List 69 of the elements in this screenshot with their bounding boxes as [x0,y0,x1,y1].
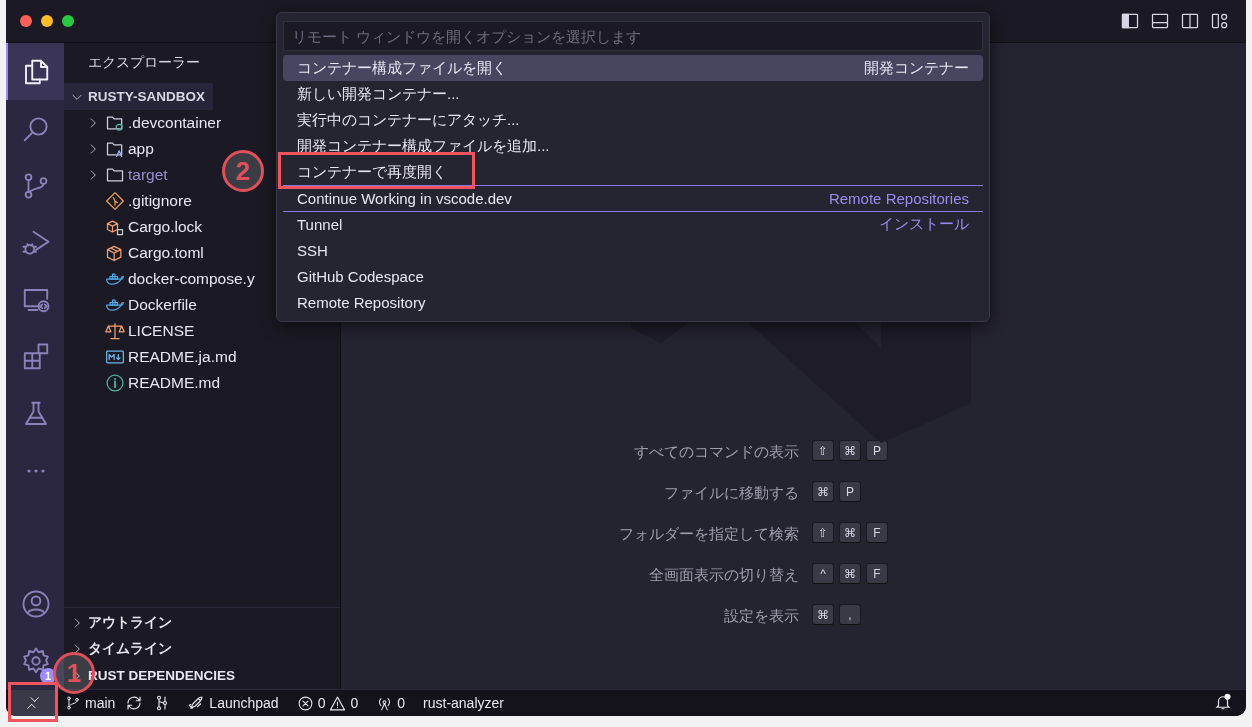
tree-item[interactable]: README.ja.md [64,344,241,370]
branch-icon [65,695,81,711]
key-cap: ⇧ [812,440,834,461]
quick-pick-item[interactable]: コンテナーで再度開く [283,159,983,185]
tree-item[interactable]: LICENSE [64,318,199,344]
quick-pick-input[interactable]: リモート ウィンドウを開くオプションを選択します [283,21,983,51]
sidebar-title: エクスプローラー [88,54,200,72]
quick-pick-item[interactable]: Continue Working in vscode.dev Remote Repositories [283,185,983,211]
quick-pick-item[interactable]: Remote Repository [283,289,983,315]
tree-item[interactable]: app [64,136,158,162]
warning-icon [329,694,347,712]
language-server-item[interactable]: rust-analyzer [423,695,504,711]
key-cap: P [866,440,888,461]
quick-pick-item[interactable]: GitHub Codespace [283,263,983,289]
primary-sidebar-icon [1120,11,1140,31]
tree-item[interactable]: docker-compose.y [64,266,259,292]
shortcut-label: ファイルに移動する [663,483,799,503]
shortcut-label: フォルダーを指定して検索 [619,524,799,544]
key-cap: ⌘ [812,481,834,502]
key-cap: ⌘ [812,604,834,625]
key-cap: ⌘ [839,522,861,543]
remote-icon [24,695,41,711]
quick-pick-item[interactable]: 新しい開発コンテナー... [283,81,983,107]
info-icon [105,373,125,393]
tree-item[interactable]: Dockerfile [64,292,201,318]
close-button[interactable] [20,15,32,27]
remote-button[interactable] [10,690,55,716]
quick-pick-item[interactable]: コンテナー構成ファイルを開く 開発コンテナー [283,55,983,81]
step-number: 2 [222,150,264,192]
error-icon [296,694,314,712]
tree-item[interactable]: .devcontainer [64,110,226,136]
quick-pick-item[interactable]: Tunnel インストール [283,211,983,237]
tree-item[interactable]: Cargo.lock [64,214,207,240]
sync-icon [125,694,144,712]
highlight-frame [8,682,58,722]
activity-bar-button[interactable] [6,43,64,100]
layout-icon [1210,11,1230,31]
quick-pick-item[interactable]: 実行中のコンテナーにアタッチ... [283,107,983,133]
secondary-sidebar-icon [1180,11,1200,31]
scales-icon [105,321,125,341]
launchpad-item[interactable]: Launchpad [187,694,279,712]
git-icon [105,191,125,211]
extensions-icon [21,341,51,372]
tree-item[interactable]: README.md [64,370,225,396]
zoom-button[interactable] [62,15,74,27]
key-cap: , [839,604,861,625]
key-cap: ⌘ [839,440,861,461]
shortcut-label: 全画面表示の切り替え [648,565,799,585]
shortcut-label: 設定を表示 [723,606,799,626]
key-cap: ⌘ [839,563,861,584]
section-header[interactable]: タイムライン [88,640,172,659]
key-cap: F [866,522,888,543]
key-cap: F [866,563,888,584]
folder-header[interactable]: RUSTY-SANDBOX [64,83,213,110]
shortcut-label: すべてのコマンドの表示 [633,442,799,462]
key-cap: ^ [812,563,834,584]
ports-item[interactable]: 0 [376,694,406,712]
key-cap: ⇧ [812,522,834,543]
section-header[interactable]: アウトライン [88,613,172,632]
key-cap: P [839,481,861,502]
tree-item[interactable]: .gitignore [64,188,196,214]
account-icon [21,588,51,619]
panel-icon [1150,11,1170,31]
quick-pick-item[interactable]: SSH [283,237,983,263]
tree-item[interactable]: target [64,162,172,188]
minimize-button[interactable] [41,15,53,27]
branch-item[interactable]: main [65,695,116,711]
problems-item[interactable]: 0 0 [296,694,359,712]
tree-item[interactable]: Cargo.toml [64,240,208,266]
